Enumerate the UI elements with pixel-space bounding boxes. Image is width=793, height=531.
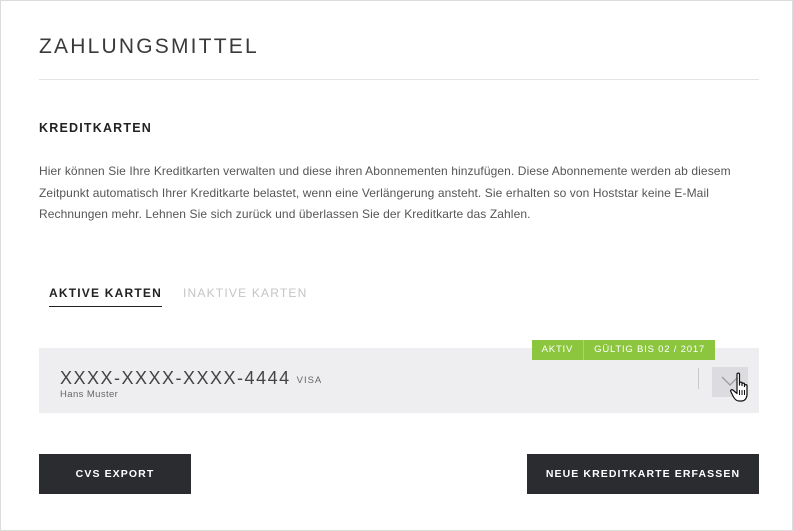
page-title: ZAHLUNGSMITTEL bbox=[39, 35, 259, 58]
status-badge: AKTIV bbox=[531, 340, 584, 360]
title-divider bbox=[39, 79, 759, 80]
expand-card-button[interactable] bbox=[712, 367, 748, 397]
section-description: Hier können Sie Ihre Kreditkarten verwal… bbox=[39, 164, 731, 221]
validity-badge: GÜLTIG BIS 02 / 2017 bbox=[583, 340, 715, 360]
page-frame: ZAHLUNGSMITTEL KREDITKARTEN Hier können … bbox=[0, 0, 793, 531]
card-brand: VISA bbox=[296, 375, 323, 386]
add-credit-card-button[interactable]: NEUE KREDITKARTE ERFASSEN bbox=[527, 454, 759, 494]
credit-card-row[interactable]: AKTIV GÜLTIG BIS 02 / 2017 XXXX-XXXX-XXX… bbox=[39, 340, 759, 413]
card-number-line: XXXX-XXXX-XXXX-4444 VISA bbox=[60, 368, 322, 389]
card-holder: Hans Muster bbox=[60, 389, 119, 400]
card-divider bbox=[698, 368, 699, 389]
tab-active-cards[interactable]: AKTIVE KARTEN bbox=[49, 286, 162, 307]
chevron-down-icon bbox=[721, 376, 739, 386]
tab-inactive-cards[interactable]: INAKTIVE KARTEN bbox=[183, 286, 307, 306]
cvs-export-button[interactable]: CVS EXPORT bbox=[39, 454, 191, 494]
card-badges: AKTIV GÜLTIG BIS 02 / 2017 bbox=[531, 340, 715, 360]
section-title: KREDITKARTEN bbox=[39, 121, 153, 135]
card-number: XXXX-XXXX-XXXX-4444 bbox=[60, 368, 291, 388]
